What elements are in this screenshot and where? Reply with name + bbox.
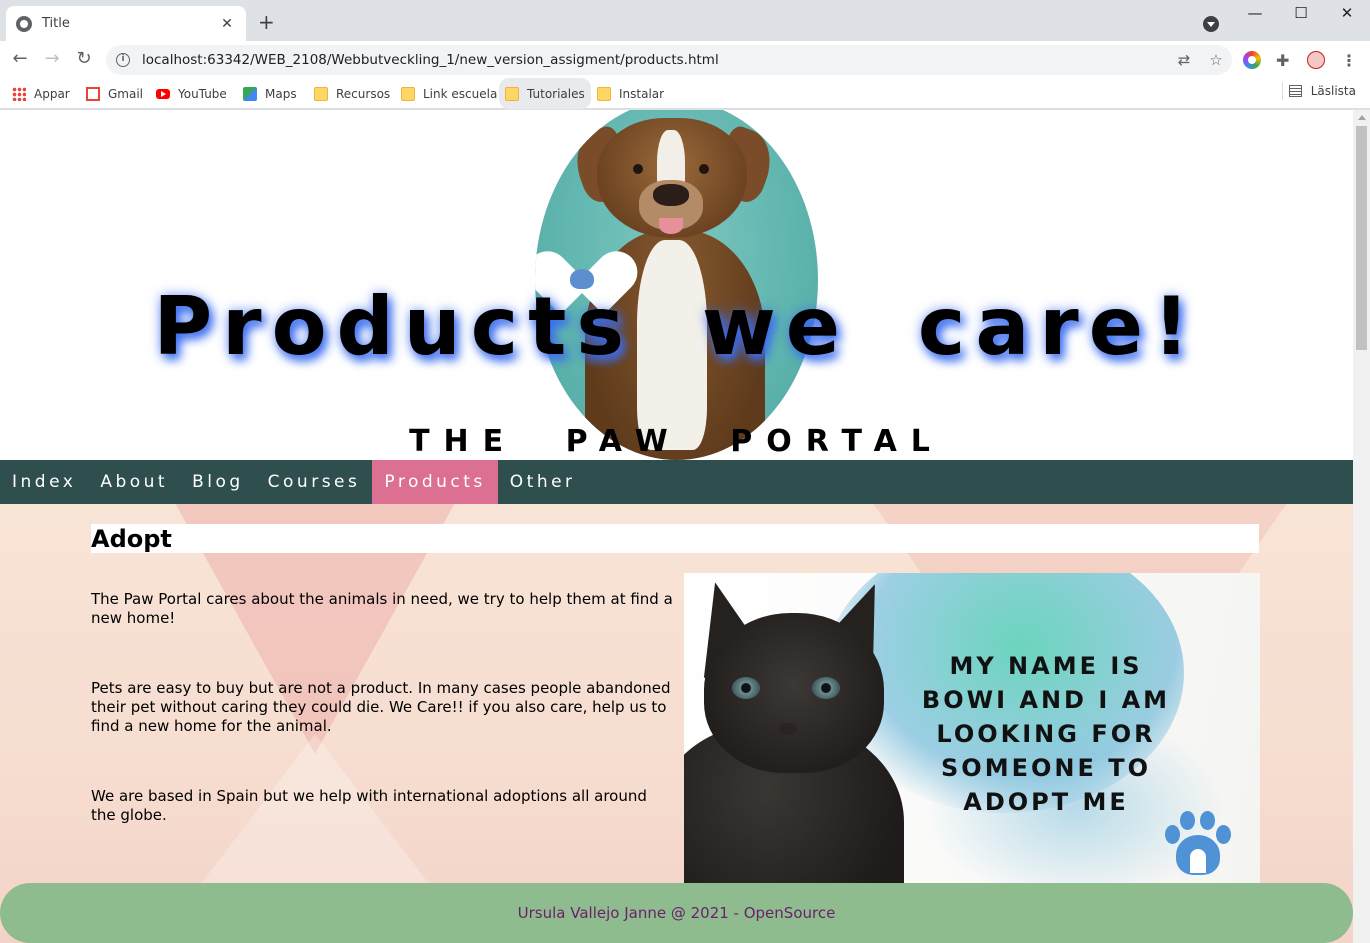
nav-item-products[interactable]: Products (372, 460, 498, 504)
color-extension-icon[interactable] (1243, 51, 1261, 69)
paragraph: Pets are easy to buy but are not a produ… (91, 679, 671, 735)
bookmark-youtube[interactable]: YouTube (156, 84, 227, 104)
bookmark-star-icon[interactable]: ☆ (1200, 51, 1232, 69)
youtube-icon (156, 89, 170, 99)
maximize-button[interactable]: ☐ (1278, 4, 1324, 22)
adopt-cat-image: MY NAME IS BOWI AND I AM LOOKING FOR SOM… (684, 573, 1260, 885)
paw-logo-icon (1162, 809, 1234, 879)
scrollbar-thumb[interactable] (1356, 126, 1367, 350)
bookmark-label: Tutoriales (527, 86, 585, 101)
paragraph: The Paw Portal cares about the animals i… (91, 590, 673, 627)
bookmarks-bar: Appar Gmail YouTube Maps Recursos Link e… (0, 78, 1370, 109)
bookmark-label: Instalar (619, 87, 665, 101)
bookmark-gmail[interactable]: Gmail (86, 84, 143, 104)
bookmark-link-escuela[interactable]: Link escuela (401, 84, 497, 104)
page-header: Products we care! THE PAW PORTAL (0, 110, 1353, 460)
bookmark-label: YouTube (178, 87, 227, 101)
adopt-card-text: MY NAME IS BOWI AND I AM LOOKING FOR SOM… (921, 652, 1171, 816)
reading-list-label: Läslista (1310, 84, 1356, 98)
nav-item-blog[interactable]: Blog (180, 460, 256, 504)
nav-item-other[interactable]: Other (498, 460, 588, 504)
tab-search-icon[interactable] (1203, 16, 1219, 32)
profile-avatar[interactable] (1307, 51, 1325, 69)
nav-item-about[interactable]: About (88, 460, 180, 504)
browser-toolbar: ← → ↻ i localhost:63342/WEB_2108/Webbutv… (0, 41, 1370, 78)
minimize-button[interactable]: — (1232, 4, 1278, 22)
translate-icon[interactable]: ⇄ (1168, 51, 1200, 69)
bookmark-recursos[interactable]: Recursos (314, 84, 390, 104)
reading-list-button[interactable]: Läslista (1288, 84, 1356, 98)
maps-icon (243, 87, 257, 101)
browser-menu-icon[interactable]: ⋮ (1341, 51, 1359, 70)
main-nav: Index About Blog Courses Products Other (0, 460, 1353, 504)
nav-item-courses[interactable]: Courses (256, 460, 373, 504)
address-bar[interactable]: i localhost:63342/WEB_2108/Webbutvecklin… (106, 45, 1232, 75)
folder-icon (401, 87, 415, 101)
tab-title: Title (42, 16, 70, 31)
bookmark-label: Gmail (108, 87, 144, 101)
folder-icon (314, 87, 328, 101)
bookmarks-divider (1282, 82, 1283, 100)
new-tab-button[interactable]: + (258, 12, 275, 32)
bookmark-maps[interactable]: Maps (243, 84, 297, 104)
extensions-puzzle-icon[interactable]: ✚ (1276, 51, 1294, 70)
browser-tab[interactable]: Title ✕ (6, 6, 246, 41)
apps-grid-icon (12, 87, 26, 101)
reload-button[interactable]: ↻ (72, 48, 96, 69)
forward-button[interactable]: → (40, 48, 64, 69)
section-title: Adopt (91, 524, 1259, 553)
close-tab-icon[interactable]: ✕ (218, 16, 236, 32)
close-window-button[interactable]: ✕ (1324, 4, 1370, 22)
nav-item-index[interactable]: Index (0, 460, 88, 504)
site-subtitle: THE PAW PORTAL (409, 424, 944, 459)
bookmark-label: Appar (34, 87, 70, 101)
bookmark-instalar[interactable]: Instalar (597, 84, 664, 104)
scroll-up-icon[interactable] (1358, 115, 1366, 120)
folder-icon (505, 86, 519, 101)
reading-list-icon (1288, 85, 1302, 97)
bookmark-label: Link escuela (423, 87, 498, 101)
footer-text: Ursula Vallejo Janne @ 2021 - OpenSource (517, 904, 836, 922)
cat-photo (684, 573, 934, 885)
paragraph: We are based in Spain but we help with i… (91, 787, 647, 824)
url-text[interactable]: localhost:63342/WEB_2108/Webbutveckling_… (142, 52, 1168, 68)
folder-icon (597, 87, 611, 101)
main-content: Adopt The Paw Portal cares about the ani… (0, 504, 1353, 943)
bookmark-label: Maps (265, 87, 297, 101)
bookmark-tutoriales[interactable]: Tutoriales (499, 78, 591, 109)
bookmark-appar[interactable]: Appar (12, 84, 70, 104)
site-info-icon[interactable]: i (116, 53, 130, 67)
page-title: Products we care! (153, 280, 1200, 373)
page-footer: Ursula Vallejo Janne @ 2021 - OpenSource (0, 883, 1353, 943)
tab-strip: Title ✕ + — ☐ ✕ (0, 0, 1370, 41)
back-button[interactable]: ← (8, 48, 32, 69)
bookmark-label: Recursos (336, 87, 391, 101)
gmail-icon (86, 87, 100, 101)
page-viewport: Products we care! THE PAW PORTAL Index A… (0, 110, 1353, 943)
globe-icon (16, 15, 32, 32)
page-scrollbar[interactable] (1353, 110, 1370, 943)
